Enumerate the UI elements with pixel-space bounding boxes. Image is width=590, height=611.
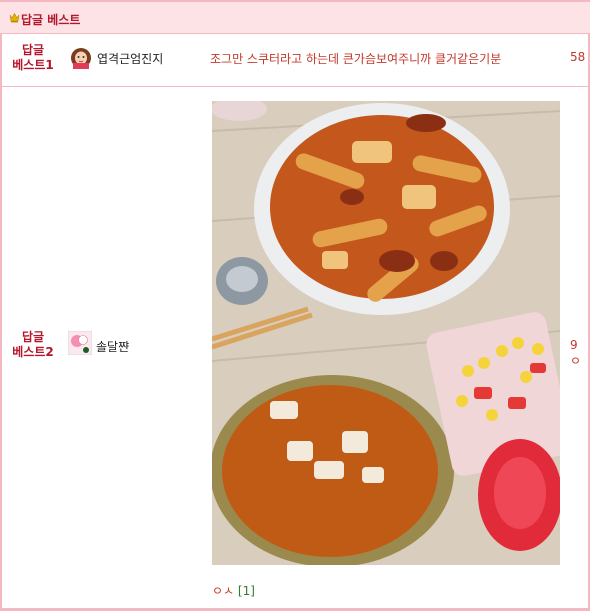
rank-line-1: 답글 xyxy=(21,43,45,57)
nickname[interactable]: 솔달쨘 xyxy=(96,338,129,355)
recommend-count: 9 ㅇ xyxy=(570,338,582,368)
best-reply-row-2-title[interactable]: ㅇㅅ [1] xyxy=(212,582,255,599)
rank-line-2: 베스트1 xyxy=(12,58,54,72)
nickname[interactable]: 엽격근엄진지 xyxy=(97,50,163,67)
post-photo[interactable] xyxy=(212,101,560,565)
post-title[interactable]: ㅇㅅ xyxy=(212,584,234,598)
rank-label: 답글 베스트1 xyxy=(8,43,58,73)
recommend-count: 58 xyxy=(570,50,586,64)
rank-line-2: 베스트2 xyxy=(12,345,54,359)
post-title[interactable]: 조그만 스쿠터라고 하는데 큰가슴보여주니까 클거같은기분 xyxy=(210,50,501,67)
avatar[interactable] xyxy=(69,45,93,69)
comment-count[interactable]: [1] xyxy=(238,584,255,598)
panel-header: 답글 베스트 xyxy=(0,0,590,34)
rank-label: 답글 베스트2 xyxy=(8,330,58,360)
crown-icon xyxy=(9,12,20,23)
rank-line-1: 답글 xyxy=(21,330,45,344)
avatar[interactable] xyxy=(68,331,92,355)
best-reply-row-1[interactable]: 답글 베스트1 엽격근엄진지 조그만 스쿠터라고 하는데 큰가슴보여주니까 클거… xyxy=(2,34,588,87)
panel-title: 답글 베스트 xyxy=(21,13,81,27)
